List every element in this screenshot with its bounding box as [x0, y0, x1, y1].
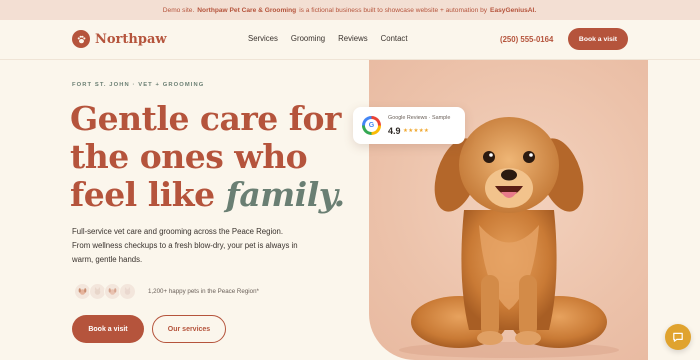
- google-review-card: G Google Reviews · Sample 4.9 ★★★★★: [353, 107, 465, 144]
- social-proof-text: 1,200+ happy pets in the Peace Region*: [148, 288, 259, 295]
- headline-line-3: feel like family.: [70, 176, 345, 214]
- google-icon: G: [362, 116, 381, 135]
- hero-headline: Gentle care for the ones who feel like f…: [70, 100, 345, 214]
- star-rating-icon: ★★★★★: [403, 128, 430, 134]
- google-letter: G: [365, 119, 378, 132]
- hero-puppy-image: [369, 60, 648, 360]
- banner-business: Northpaw Pet Care & Grooming: [197, 6, 297, 14]
- headline-line-1: Gentle care for: [70, 99, 341, 138]
- book-visit-button[interactable]: Book a visit: [72, 315, 144, 343]
- demo-banner: Demo site. Northpaw Pet Care & Grooming …: [0, 0, 700, 20]
- banner-middle: is a fictional business built to showcas…: [299, 6, 488, 14]
- nav-link-grooming[interactable]: Grooming: [291, 34, 325, 43]
- headline-line-2: the ones who: [70, 137, 308, 176]
- banner-credit[interactable]: EasyGeniusAI.: [490, 7, 536, 14]
- nav-link-reviews[interactable]: Reviews: [338, 34, 367, 43]
- brand-name: Northpaw: [95, 31, 167, 47]
- puppy-illustration: [399, 117, 619, 358]
- our-services-button[interactable]: Our services: [152, 315, 226, 343]
- site-header: Northpaw Services Grooming Reviews Conta…: [0, 20, 700, 60]
- chat-widget-button[interactable]: [665, 324, 691, 350]
- main-nav: Services Grooming Reviews Contact: [248, 34, 407, 43]
- brand-logo[interactable]: Northpaw: [72, 30, 167, 48]
- chat-bubble-icon: [673, 332, 683, 342]
- cat-avatar-icon: [119, 283, 136, 300]
- paw-icon: [72, 30, 90, 48]
- nav-link-contact[interactable]: Contact: [381, 34, 408, 43]
- review-card-title: Google Reviews · Sample: [388, 115, 451, 121]
- pet-avatars: [74, 283, 136, 300]
- banner-prefix: Demo site.: [162, 6, 195, 14]
- review-score: 4.9: [388, 126, 401, 136]
- hero-description: Full-service vet care and grooming acros…: [72, 227, 298, 264]
- book-visit-nav-button[interactable]: Book a visit: [568, 28, 628, 50]
- hero-eyebrow: FORT ST. JOHN · VET + GROOMING: [72, 82, 205, 88]
- headline-line-3-text: feel like: [70, 175, 215, 214]
- phone-link[interactable]: (250) 555-0164: [500, 35, 553, 44]
- nav-link-services[interactable]: Services: [248, 34, 278, 43]
- headline-accent: family.: [225, 175, 345, 214]
